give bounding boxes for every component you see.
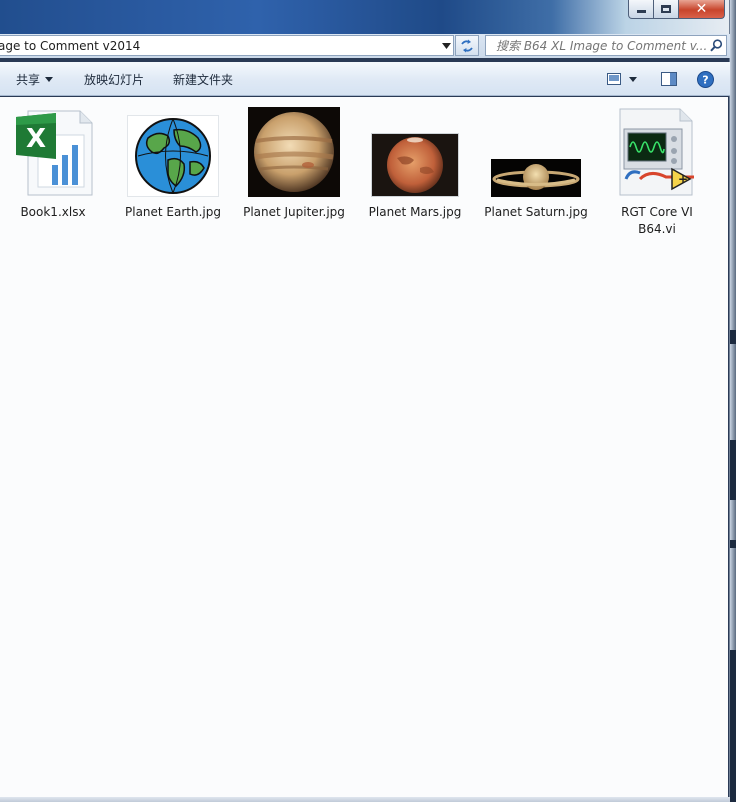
refresh-button[interactable] [455,35,479,56]
svg-text:?: ? [702,73,708,86]
file-name: Planet Jupiter.jpg [243,205,345,219]
chevron-down-icon [45,77,54,82]
file-item[interactable]: X Book1.xlsx [0,109,106,221]
excel-file-icon: X [12,109,94,197]
svg-text:+: + [678,172,688,186]
file-list-pane[interactable]: X Book1.xlsx Planet Earth.jpg Planet Jup… [0,97,728,800]
file-item[interactable]: Planet Jupiter.jpg [241,107,347,221]
slideshow-label: 放映幻灯片 [84,73,145,87]
preview-pane-icon [661,72,677,86]
preview-pane-button[interactable] [658,69,680,89]
search-icon[interactable] [706,36,726,55]
minimize-icon [636,10,646,13]
search-input[interactable] [486,38,706,53]
address-bar[interactable]: age to Comment v2014 [0,35,454,56]
file-name: Planet Earth.jpg [125,205,221,219]
address-path: age to Comment v2014 [0,38,141,53]
new-folder-button[interactable]: 新建文件夹 [173,71,233,88]
minimize-button[interactable] [628,0,654,19]
refresh-icon [461,39,473,52]
earth-thumbnail [127,115,219,197]
window-bottom-border [0,797,730,802]
address-history-dropdown[interactable] [439,36,453,55]
view-options-icon [607,73,621,85]
window-caption-buttons: ✕ [628,0,725,20]
explorer-window: ✕ age to Comment v2014 共享 [0,0,730,802]
file-item[interactable]: Planet Earth.jpg [120,115,226,221]
svg-text:X: X [26,124,46,154]
close-icon: ✕ [695,1,708,17]
file-item[interactable]: Planet Mars.jpg [362,133,468,221]
file-name: Planet Mars.jpg [368,205,462,219]
slideshow-button[interactable]: 放映幻灯片 [84,71,144,88]
help-button[interactable]: ? [694,69,716,89]
command-bar: 共享 放映幻灯片 新建文件夹 ? [0,62,730,96]
share-label: 共享 [16,73,41,87]
share-menu-button[interactable]: 共享 [16,71,54,88]
search-box[interactable] [485,35,727,56]
window-right-border [730,0,736,802]
chevron-down-icon [441,42,451,49]
saturn-thumbnail [491,159,581,197]
maximize-button[interactable] [654,0,679,19]
chevron-down-icon [629,76,637,82]
close-button[interactable]: ✕ [679,0,725,19]
file-name: RGT Core VI B64.vi [621,205,693,236]
help-icon: ? [696,70,714,88]
maximize-icon [661,5,671,13]
file-item[interactable]: Planet Saturn.jpg [483,159,589,221]
new-folder-label: 新建文件夹 [173,73,234,87]
file-name: Planet Saturn.jpg [484,205,588,219]
mars-thumbnail [371,133,459,197]
jupiter-thumbnail [248,107,340,197]
address-row: age to Comment v2014 [0,34,730,58]
labview-vi-icon: + [610,107,704,197]
change-view-button[interactable] [604,69,640,89]
file-item[interactable]: + RGT Core VI B64.vi [604,107,710,238]
file-name: Book1.xlsx [20,205,86,219]
